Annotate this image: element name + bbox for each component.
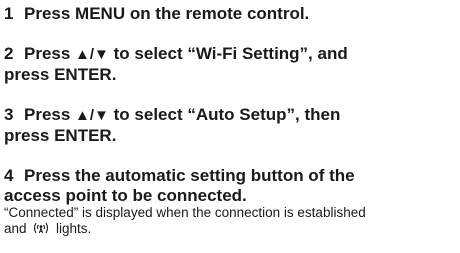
step-4-note: “Connected” is displayed when the connec… (4, 205, 456, 237)
step-text: Press MENU on the remote control. (24, 4, 310, 23)
step-number: 4 (4, 166, 14, 185)
step-text-pre: Press (24, 105, 76, 124)
step-text-line2: press ENTER. (4, 126, 117, 145)
step-text-line1: Press the automatic setting button of th… (24, 166, 355, 185)
step-2: 2 Press ▲/▼ to select “Wi-Fi Setting”, an… (4, 44, 348, 85)
step-text-line2: access point to be connected. (4, 186, 247, 205)
step-3: 3 Press ▲/▼ to select “Auto Setup”, then … (4, 105, 340, 146)
step-4: 4 Press the automatic setting button of t… (4, 166, 355, 206)
step-text-line2: press ENTER. (4, 65, 117, 84)
note-line2-post: lights. (52, 221, 92, 236)
note-line1: “Connected” is displayed when the connec… (4, 205, 366, 220)
step-text-pre: Press (24, 44, 76, 63)
step-number: 1 (4, 4, 14, 23)
step-1: 1 Press MENU on the remote control. (4, 4, 309, 24)
step-text-post: to select “Wi-Fi Setting”, and (108, 44, 348, 63)
up-down-arrows-icon: ▲/▼ (75, 107, 109, 124)
note-line2-pre: and (4, 221, 31, 236)
wireless-lan-indicator-icon (34, 222, 49, 234)
up-down-arrows-icon: ▲/▼ (75, 46, 109, 63)
step-number: 3 (4, 105, 14, 124)
step-text-post: to select “Auto Setup”, then (108, 105, 341, 124)
step-number: 2 (4, 44, 14, 63)
